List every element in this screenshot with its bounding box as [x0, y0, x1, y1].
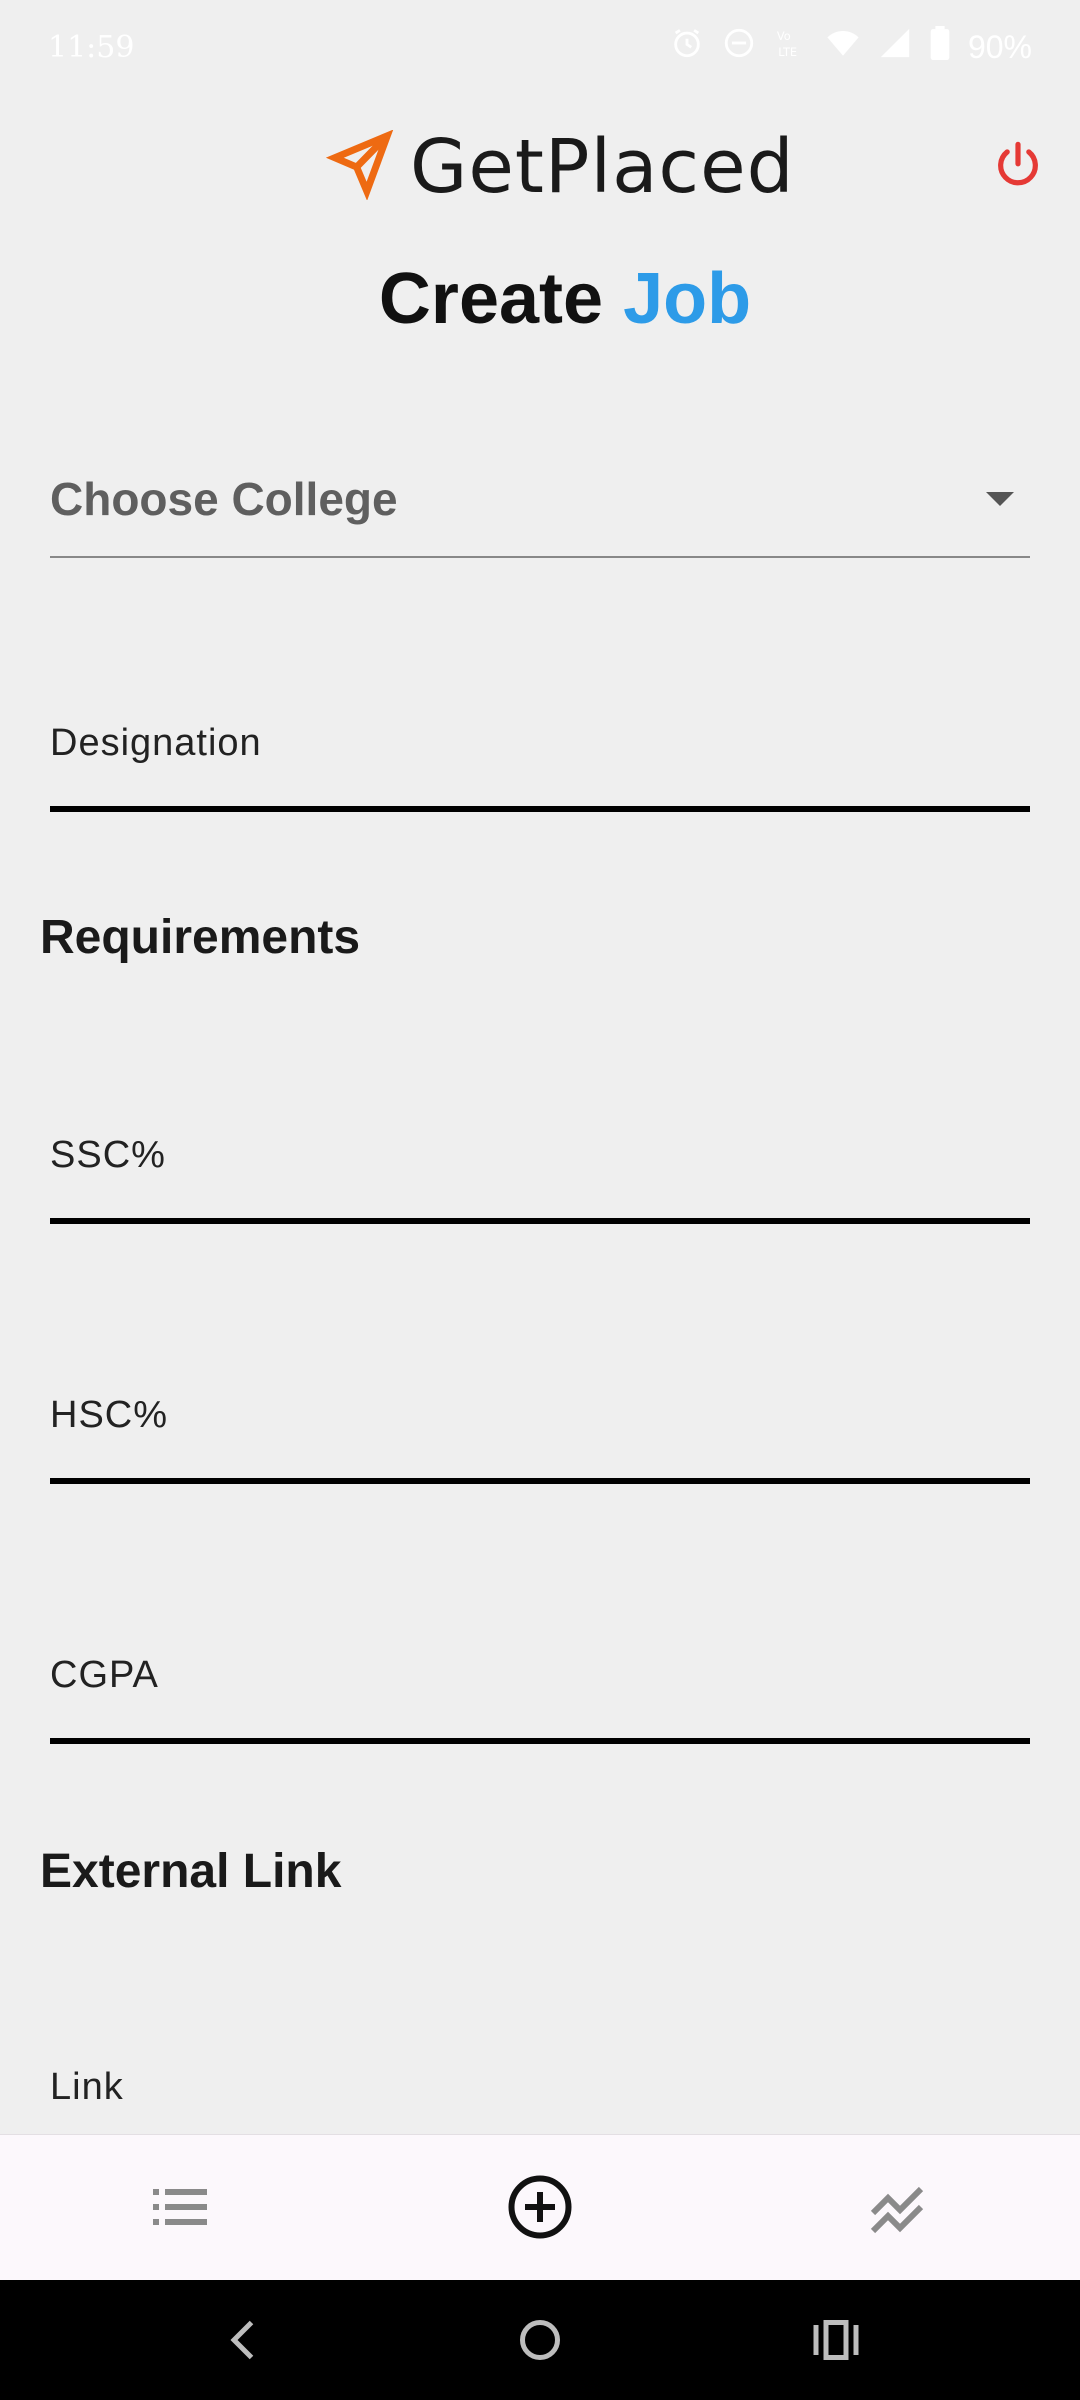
- hsc-label: HSC%: [50, 1394, 169, 1436]
- designation-label: Designation: [50, 722, 262, 764]
- hsc-field[interactable]: HSC%: [50, 1384, 1030, 1484]
- home-icon: [520, 2320, 560, 2360]
- paper-plane-icon: [325, 129, 396, 205]
- do-not-disturb-icon: [722, 26, 756, 68]
- power-icon: [998, 141, 1038, 186]
- nav-list-button[interactable]: [144, 2171, 216, 2243]
- system-navigation-bar: [0, 2280, 1080, 2400]
- wifi-icon: [826, 26, 860, 68]
- title-accent: Job: [623, 259, 752, 339]
- cell-signal-icon: [878, 26, 912, 68]
- status-icons: Vo LTE 90%: [670, 26, 1032, 68]
- system-home-button[interactable]: [510, 2310, 570, 2370]
- nav-add-button[interactable]: [504, 2171, 576, 2243]
- system-recents-button[interactable]: [806, 2310, 866, 2370]
- back-icon: [230, 2320, 254, 2360]
- status-bar: 11:59 Vo LTE 90%: [0, 0, 1080, 96]
- bottom-navigation: [0, 2134, 1080, 2280]
- ssc-field[interactable]: SSC%: [50, 1124, 1030, 1224]
- alarm-icon: [670, 26, 704, 68]
- college-select-placeholder: Choose College: [50, 473, 398, 525]
- app-name: GetPlaced: [410, 124, 795, 210]
- recents-icon: [813, 2320, 859, 2360]
- app-logo: GetPlaced: [325, 122, 795, 212]
- caret-down-icon: [986, 492, 1014, 506]
- svg-text:Vo: Vo: [777, 29, 791, 43]
- svg-text:LTE: LTE: [778, 45, 797, 59]
- battery-icon: [930, 26, 950, 68]
- system-back-button[interactable]: [214, 2310, 274, 2370]
- battery-percent: 90%: [967, 28, 1032, 65]
- cgpa-field[interactable]: CGPA: [50, 1644, 1030, 1744]
- designation-field[interactable]: Designation: [50, 712, 1030, 812]
- link-label: Link: [50, 2066, 124, 2108]
- cgpa-label: CGPA: [50, 1654, 159, 1696]
- nav-stats-button[interactable]: [864, 2171, 936, 2243]
- list-icon: [153, 2189, 207, 2225]
- power-button[interactable]: [992, 140, 1044, 192]
- external-link-heading: External Link: [40, 1845, 342, 1898]
- college-select[interactable]: Choose College: [50, 450, 1030, 558]
- volte-icon: Vo LTE: [774, 26, 808, 68]
- title-prefix: Create: [378, 259, 604, 339]
- page-title: Create Job: [0, 258, 1080, 340]
- status-time: 11:59: [48, 30, 135, 65]
- ssc-label: SSC%: [50, 1134, 166, 1176]
- trending-chart-icon: [870, 2186, 924, 2234]
- add-circle-icon: [508, 2175, 572, 2239]
- requirements-heading: Requirements: [40, 911, 361, 964]
